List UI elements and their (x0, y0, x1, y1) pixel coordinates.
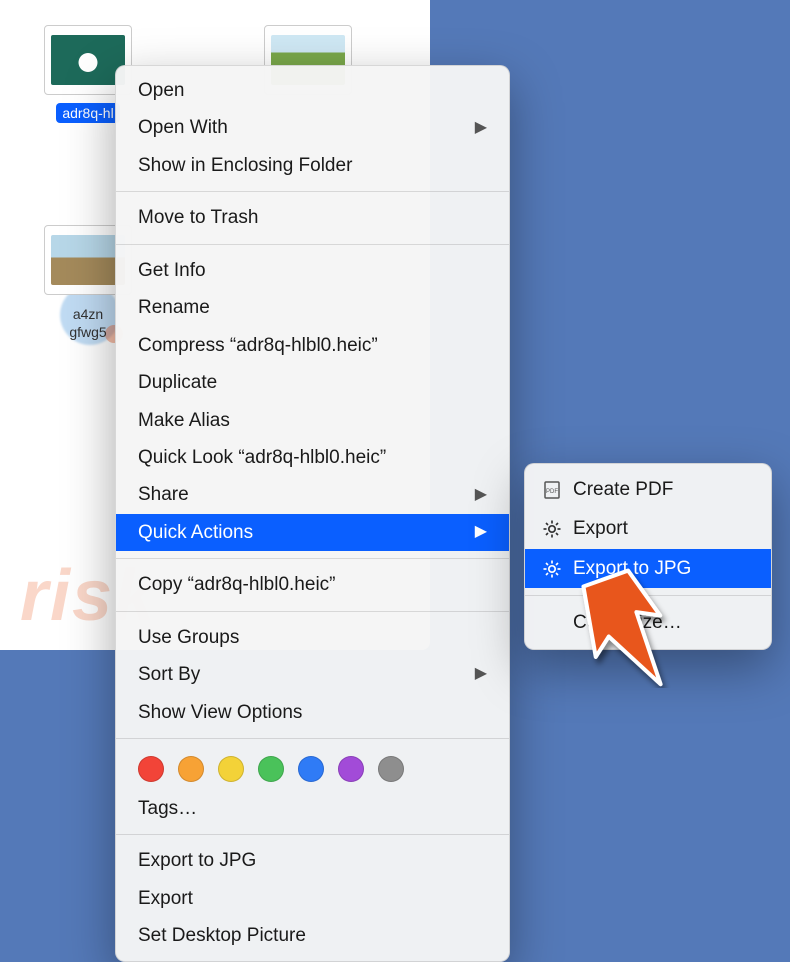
tag-color-row (116, 746, 509, 790)
menu-show-in-enclosing-folder[interactable]: Show in Enclosing Folder (116, 147, 509, 184)
menu-open-with[interactable]: Open With▶ (116, 109, 509, 146)
menu-move-to-trash[interactable]: Move to Trash (116, 199, 509, 236)
submenu-export-to-jpg[interactable]: Export to JPG (525, 549, 771, 588)
tag-red[interactable] (138, 756, 164, 782)
menu-separator (116, 558, 509, 559)
chevron-right-icon: ▶ (475, 483, 487, 508)
context-menu: Open Open With▶ Show in Enclosing Folder… (115, 65, 510, 962)
menu-sort-by[interactable]: Sort By▶ (116, 656, 509, 693)
menu-separator (116, 244, 509, 245)
menu-set-desktop-picture[interactable]: Set Desktop Picture (116, 917, 509, 954)
tag-orange[interactable] (178, 756, 204, 782)
tag-gray[interactable] (378, 756, 404, 782)
submenu-create-pdf[interactable]: PDF Create PDF (525, 470, 771, 509)
menu-get-info[interactable]: Get Info (116, 252, 509, 289)
chevron-right-icon: ▶ (475, 662, 487, 687)
tag-purple[interactable] (338, 756, 364, 782)
gear-icon (541, 558, 563, 580)
menu-tags[interactable]: Tags… (116, 790, 509, 827)
menu-separator (116, 738, 509, 739)
menu-show-view-options[interactable]: Show View Options (116, 694, 509, 731)
menu-export[interactable]: Export (116, 880, 509, 917)
menu-copy[interactable]: Copy “adr8q-hlbl0.heic” (116, 566, 509, 603)
file-name-label: a4zngfwg5 (63, 303, 112, 343)
menu-separator (116, 191, 509, 192)
chevron-right-icon: ▶ (475, 116, 487, 141)
menu-quick-look[interactable]: Quick Look “adr8q-hlbl0.heic” (116, 439, 509, 476)
menu-separator (116, 834, 509, 835)
menu-share[interactable]: Share▶ (116, 476, 509, 513)
svg-text:PDF: PDF (546, 489, 558, 495)
tag-yellow[interactable] (218, 756, 244, 782)
menu-export-to-jpg[interactable]: Export to JPG (116, 842, 509, 879)
menu-open[interactable]: Open (116, 72, 509, 109)
tag-green[interactable] (258, 756, 284, 782)
menu-rename[interactable]: Rename (116, 289, 509, 326)
pdf-icon: PDF (541, 479, 563, 501)
submenu-customize[interactable]: Customize… (525, 603, 771, 642)
tag-blue[interactable] (298, 756, 324, 782)
submenu-export[interactable]: Export (525, 509, 771, 548)
menu-separator (116, 611, 509, 612)
spacer (541, 612, 563, 634)
file-name-label: adr8q-hl (56, 103, 119, 123)
quick-actions-submenu: PDF Create PDF Export Export to JPG Cust… (524, 463, 772, 650)
menu-compress[interactable]: Compress “adr8q-hlbl0.heic” (116, 327, 509, 364)
chevron-right-icon: ▶ (475, 520, 487, 545)
menu-make-alias[interactable]: Make Alias (116, 402, 509, 439)
gear-icon (541, 518, 563, 540)
menu-separator (525, 595, 771, 596)
menu-duplicate[interactable]: Duplicate (116, 364, 509, 401)
menu-quick-actions[interactable]: Quick Actions▶ (116, 514, 509, 551)
menu-use-groups[interactable]: Use Groups (116, 619, 509, 656)
